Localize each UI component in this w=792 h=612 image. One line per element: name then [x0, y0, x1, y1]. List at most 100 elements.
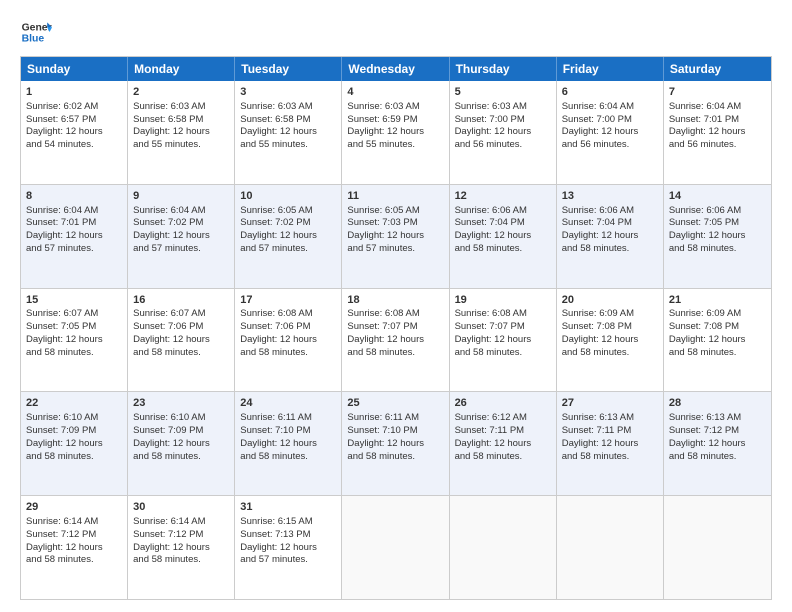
daylight-minutes-text: and 55 minutes. — [347, 139, 443, 152]
sunset-text: Sunset: 7:07 PM — [455, 321, 551, 334]
sunrise-text: Sunrise: 6:07 AM — [26, 308, 122, 321]
sunset-text: Sunset: 7:05 PM — [26, 321, 122, 334]
sunset-text: Sunset: 7:08 PM — [669, 321, 766, 334]
svg-text:Blue: Blue — [22, 34, 45, 45]
calendar-header: SundayMondayTuesdayWednesdayThursdayFrid… — [21, 57, 771, 81]
sunrise-text: Sunrise: 6:05 AM — [240, 205, 336, 218]
day-number: 4 — [347, 85, 443, 100]
calendar-row: 29Sunrise: 6:14 AMSunset: 7:12 PMDayligh… — [21, 495, 771, 599]
calendar-cell: 29Sunrise: 6:14 AMSunset: 7:12 PMDayligh… — [21, 496, 128, 599]
day-number: 27 — [562, 396, 658, 411]
sunrise-text: Sunrise: 6:13 AM — [562, 412, 658, 425]
day-number: 6 — [562, 85, 658, 100]
sunrise-text: Sunrise: 6:06 AM — [455, 205, 551, 218]
day-number: 30 — [133, 500, 229, 515]
sunrise-text: Sunrise: 6:11 AM — [240, 412, 336, 425]
daylight-minutes-text: and 56 minutes. — [669, 139, 766, 152]
day-number: 8 — [26, 189, 122, 204]
sunrise-text: Sunrise: 6:02 AM — [26, 101, 122, 114]
sunrise-text: Sunrise: 6:04 AM — [133, 205, 229, 218]
calendar-cell: 31Sunrise: 6:15 AMSunset: 7:13 PMDayligh… — [235, 496, 342, 599]
sunset-text: Sunset: 7:02 PM — [133, 217, 229, 230]
daylight-text: Daylight: 12 hours — [26, 334, 122, 347]
day-number: 22 — [26, 396, 122, 411]
daylight-minutes-text: and 58 minutes. — [562, 243, 658, 256]
daylight-minutes-text: and 55 minutes. — [133, 139, 229, 152]
sunset-text: Sunset: 7:08 PM — [562, 321, 658, 334]
day-number: 20 — [562, 293, 658, 308]
calendar-day-header: Friday — [557, 57, 664, 81]
calendar-cell: 9Sunrise: 6:04 AMSunset: 7:02 PMDaylight… — [128, 185, 235, 288]
sunrise-text: Sunrise: 6:03 AM — [240, 101, 336, 114]
sunset-text: Sunset: 7:00 PM — [562, 114, 658, 127]
calendar-cell: 19Sunrise: 6:08 AMSunset: 7:07 PMDayligh… — [450, 289, 557, 392]
day-number: 25 — [347, 396, 443, 411]
sunset-text: Sunset: 7:04 PM — [455, 217, 551, 230]
calendar-cell: 11Sunrise: 6:05 AMSunset: 7:03 PMDayligh… — [342, 185, 449, 288]
sunset-text: Sunset: 7:09 PM — [26, 425, 122, 438]
calendar-day-header: Monday — [128, 57, 235, 81]
calendar-day-header: Thursday — [450, 57, 557, 81]
sunset-text: Sunset: 7:07 PM — [347, 321, 443, 334]
sunset-text: Sunset: 7:12 PM — [133, 529, 229, 542]
day-number: 12 — [455, 189, 551, 204]
calendar-cell: 14Sunrise: 6:06 AMSunset: 7:05 PMDayligh… — [664, 185, 771, 288]
daylight-text: Daylight: 12 hours — [133, 230, 229, 243]
daylight-minutes-text: and 56 minutes. — [455, 139, 551, 152]
daylight-text: Daylight: 12 hours — [26, 438, 122, 451]
daylight-minutes-text: and 58 minutes. — [347, 451, 443, 464]
daylight-text: Daylight: 12 hours — [562, 438, 658, 451]
calendar-cell: 5Sunrise: 6:03 AMSunset: 7:00 PMDaylight… — [450, 81, 557, 184]
sunset-text: Sunset: 7:02 PM — [240, 217, 336, 230]
day-number: 23 — [133, 396, 229, 411]
daylight-minutes-text: and 58 minutes. — [455, 347, 551, 360]
day-number: 11 — [347, 189, 443, 204]
sunrise-text: Sunrise: 6:04 AM — [26, 205, 122, 218]
calendar-cell: 13Sunrise: 6:06 AMSunset: 7:04 PMDayligh… — [557, 185, 664, 288]
calendar-row: 8Sunrise: 6:04 AMSunset: 7:01 PMDaylight… — [21, 184, 771, 288]
calendar-cell: 3Sunrise: 6:03 AMSunset: 6:58 PMDaylight… — [235, 81, 342, 184]
daylight-text: Daylight: 12 hours — [26, 230, 122, 243]
sunrise-text: Sunrise: 6:14 AM — [133, 516, 229, 529]
calendar-cell — [557, 496, 664, 599]
day-number: 1 — [26, 85, 122, 100]
day-number: 7 — [669, 85, 766, 100]
daylight-minutes-text: and 56 minutes. — [562, 139, 658, 152]
sunrise-text: Sunrise: 6:09 AM — [669, 308, 766, 321]
day-number: 18 — [347, 293, 443, 308]
daylight-minutes-text: and 57 minutes. — [240, 243, 336, 256]
sunrise-text: Sunrise: 6:10 AM — [133, 412, 229, 425]
daylight-text: Daylight: 12 hours — [347, 126, 443, 139]
sunrise-text: Sunrise: 6:08 AM — [455, 308, 551, 321]
daylight-minutes-text: and 58 minutes. — [26, 554, 122, 567]
sunset-text: Sunset: 7:06 PM — [240, 321, 336, 334]
page: General Blue SundayMondayTuesdayWednesda… — [0, 0, 792, 612]
daylight-text: Daylight: 12 hours — [455, 230, 551, 243]
daylight-minutes-text: and 58 minutes. — [669, 347, 766, 360]
calendar-cell: 26Sunrise: 6:12 AMSunset: 7:11 PMDayligh… — [450, 392, 557, 495]
calendar-cell: 1Sunrise: 6:02 AMSunset: 6:57 PMDaylight… — [21, 81, 128, 184]
logo: General Blue — [20, 16, 52, 48]
calendar-day-header: Wednesday — [342, 57, 449, 81]
daylight-text: Daylight: 12 hours — [240, 438, 336, 451]
day-number: 9 — [133, 189, 229, 204]
sunrise-text: Sunrise: 6:03 AM — [133, 101, 229, 114]
daylight-minutes-text: and 58 minutes. — [562, 347, 658, 360]
sunrise-text: Sunrise: 6:09 AM — [562, 308, 658, 321]
day-number: 29 — [26, 500, 122, 515]
daylight-text: Daylight: 12 hours — [240, 230, 336, 243]
calendar-body: 1Sunrise: 6:02 AMSunset: 6:57 PMDaylight… — [21, 81, 771, 599]
daylight-minutes-text: and 57 minutes. — [240, 554, 336, 567]
sunrise-text: Sunrise: 6:08 AM — [347, 308, 443, 321]
calendar-cell — [664, 496, 771, 599]
daylight-minutes-text: and 58 minutes. — [240, 347, 336, 360]
calendar-cell: 10Sunrise: 6:05 AMSunset: 7:02 PMDayligh… — [235, 185, 342, 288]
sunset-text: Sunset: 7:00 PM — [455, 114, 551, 127]
daylight-minutes-text: and 57 minutes. — [26, 243, 122, 256]
daylight-minutes-text: and 58 minutes. — [26, 347, 122, 360]
daylight-text: Daylight: 12 hours — [133, 438, 229, 451]
daylight-minutes-text: and 58 minutes. — [133, 451, 229, 464]
daylight-text: Daylight: 12 hours — [669, 438, 766, 451]
daylight-minutes-text: and 58 minutes. — [562, 451, 658, 464]
calendar-row: 15Sunrise: 6:07 AMSunset: 7:05 PMDayligh… — [21, 288, 771, 392]
